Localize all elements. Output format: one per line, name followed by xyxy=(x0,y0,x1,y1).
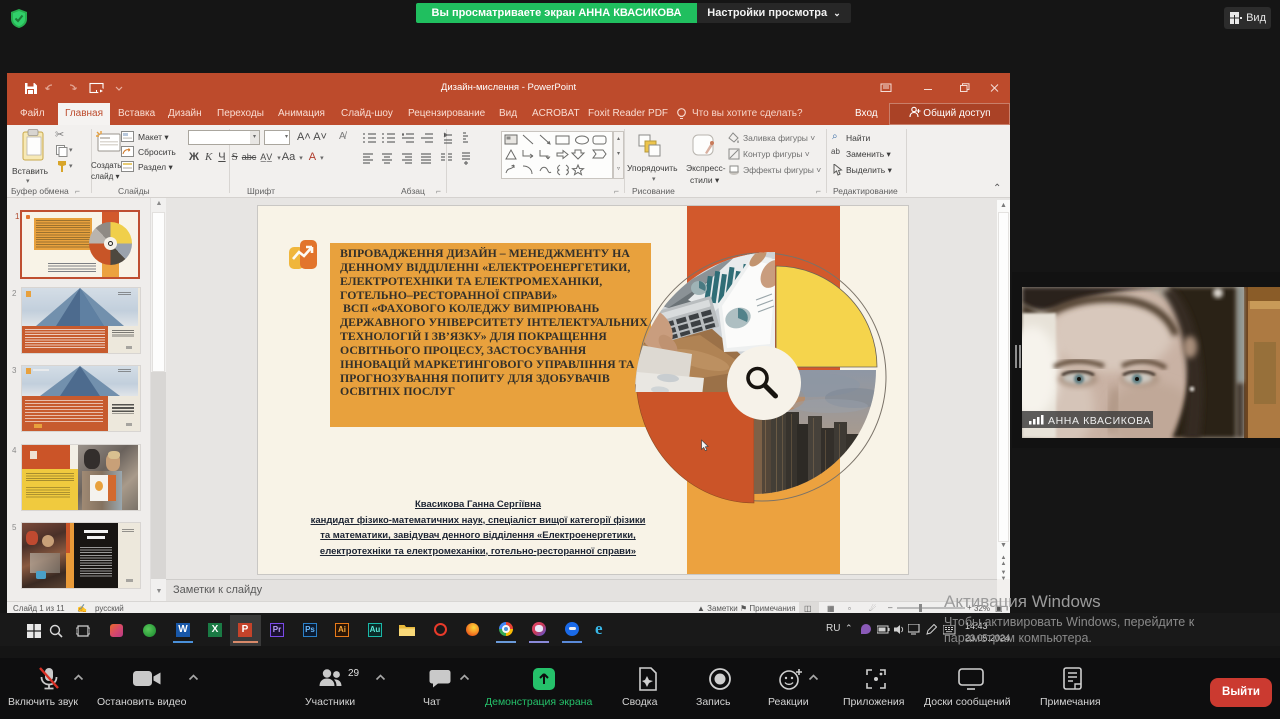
svg-text:АННА КВАСИКОВА: АННА КВАСИКОВА xyxy=(1048,415,1151,427)
